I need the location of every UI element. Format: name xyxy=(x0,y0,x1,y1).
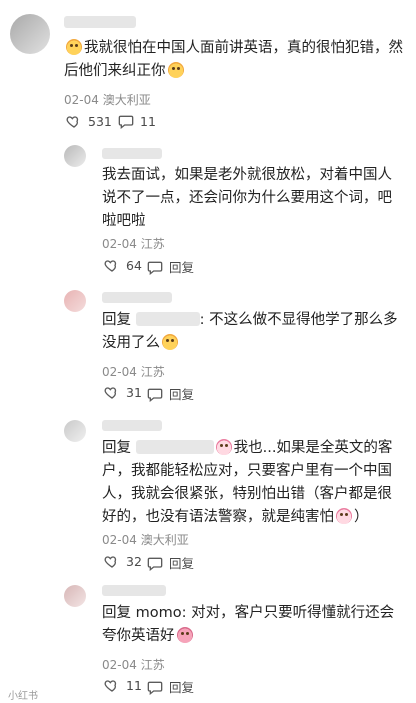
face-emoji-icon xyxy=(167,62,184,78)
comment-bubble-icon xyxy=(147,681,163,695)
face-emoji-icon xyxy=(66,39,82,55)
thumbs-up-icon xyxy=(104,556,117,568)
username[interactable] xyxy=(102,420,162,431)
username[interactable] xyxy=(102,585,166,596)
reply-text: 我去面试，如果是老外就很放松，对着中国人说不了一点，还会问你为什么要用这个词，吧… xyxy=(102,167,392,229)
face-emoji-icon xyxy=(336,508,352,524)
face-emoji-icon xyxy=(215,439,232,455)
thumbs-up-icon xyxy=(104,260,117,272)
thumbs-up-icon xyxy=(66,116,79,128)
username[interactable] xyxy=(64,16,136,28)
comment-text: 我就很怕在中国人面前讲英语，真的很怕犯错，然后他们来纠正你 xyxy=(64,39,403,79)
comment-bubble-icon xyxy=(118,115,134,129)
like-button[interactable]: 31 xyxy=(104,384,142,400)
like-count: 531 xyxy=(88,113,112,129)
reply-text: 回复 momo: 对对，客户只要听得懂就行还会夸你英语好 xyxy=(102,605,395,644)
avatar[interactable] xyxy=(64,145,86,167)
like-button[interactable]: 531 xyxy=(66,113,112,129)
comment-button[interactable]: 11 xyxy=(118,113,156,129)
comment-bubble-icon xyxy=(147,261,163,275)
reply-label: 回复 xyxy=(169,680,195,695)
watermark: 小红书 xyxy=(8,691,38,702)
reply-button[interactable]: 回复 xyxy=(147,553,194,572)
avatar[interactable] xyxy=(64,420,86,442)
redacted-username xyxy=(135,440,214,454)
thumbs-up-icon xyxy=(104,387,117,399)
comment-meta: 02-04 澳大利亚 xyxy=(64,91,151,108)
redacted-username xyxy=(135,312,200,326)
like-button[interactable]: 11 xyxy=(104,677,142,693)
face-emoji-icon xyxy=(162,334,178,350)
reply-meta: 02-04 江苏 xyxy=(102,237,165,251)
reply-button[interactable]: 回复 xyxy=(147,384,194,403)
reply-button[interactable]: 回复 xyxy=(147,257,194,276)
comment-bubble-icon xyxy=(147,557,163,571)
reply-text: 回复 我也...如果是全英文的客户，我都能轻松应对，只要客户里有一个中国人，我就… xyxy=(102,439,393,525)
reply-meta: 02-04 江苏 xyxy=(102,365,165,379)
reply-text: 回复 : 不这么做不显得他学了那么多没用了么 xyxy=(102,312,398,351)
username[interactable] xyxy=(102,292,172,303)
reply-label: 回复 xyxy=(169,260,195,275)
face-emoji-icon xyxy=(176,627,193,643)
avatar[interactable] xyxy=(10,14,50,54)
username[interactable] xyxy=(102,148,162,159)
reply-label: 回复 xyxy=(169,556,195,571)
like-button[interactable]: 32 xyxy=(104,553,142,569)
avatar[interactable] xyxy=(64,585,86,607)
like-count: 32 xyxy=(126,553,142,569)
comment-date: 02-04 xyxy=(64,93,99,107)
comment-location: 澳大利亚 xyxy=(102,93,151,107)
avatar[interactable] xyxy=(64,290,86,312)
thumbs-up-icon xyxy=(104,680,117,692)
like-count: 11 xyxy=(126,677,142,693)
like-count: 64 xyxy=(126,257,142,273)
like-count: 31 xyxy=(126,384,142,400)
reply-meta: 02-04 江苏 xyxy=(102,658,165,672)
reply-meta: 02-04 澳大利亚 xyxy=(102,533,189,547)
reply-button[interactable]: 回复 xyxy=(147,677,194,696)
comment-count: 11 xyxy=(140,113,156,129)
reply-label: 回复 xyxy=(169,387,195,402)
like-button[interactable]: 64 xyxy=(104,257,142,273)
comment-bubble-icon xyxy=(147,388,163,402)
